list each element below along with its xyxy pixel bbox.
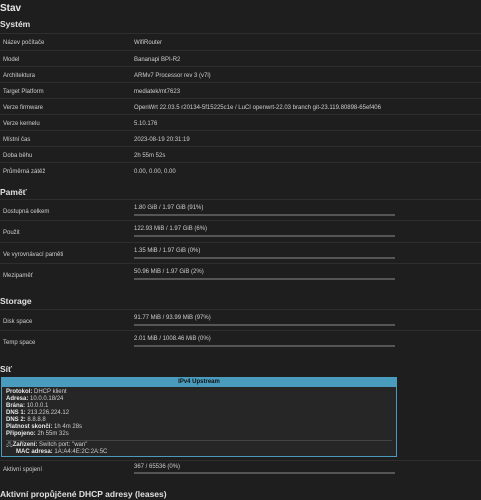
system-label: Místní čas [3, 137, 31, 143]
section-title-system: Systém [0, 19, 31, 29]
memory-value: 1.35 MiB / 1.97 GiB (0%) [134, 248, 201, 254]
wan-row: Platnost skončí: 1h 4m 28s [6, 424, 83, 430]
memory-usage-bar [134, 257, 395, 259]
storage-label: Disk space [3, 319, 33, 325]
wan-row: Protokol: DHCP klient [6, 389, 67, 395]
storage-value: 2.01 MiB / 1008.46 MiB (0%) [134, 336, 211, 342]
system-label: Název počítače [3, 40, 45, 46]
active-connections-value: 367 / 65536 (0%) [134, 464, 181, 470]
system-value: mediatek/mt7623 [134, 89, 181, 95]
memory-value: 50.96 MiB / 1.97 GiB (2%) [134, 269, 204, 275]
section-title-dhcp: Aktivní propůjčené DHCP adresy (leases) [0, 489, 167, 499]
active-connections-label: Aktivní spojení [3, 467, 43, 473]
memory-label: Použit [3, 230, 20, 236]
system-value: 2h 55m 52s [134, 153, 166, 159]
ipv4-upstream-panel: IPv4 Upstream Protokol: DHCP klient Adre… [1, 377, 397, 457]
memory-label: Mezipaměť [3, 273, 33, 279]
memory-usage-bar [134, 214, 395, 216]
system-value: OpenWrt 22.03.5 r20134-5f15225c1e / LuCI… [134, 105, 381, 111]
system-label: Průměrná zátěž [3, 169, 46, 175]
system-label: Architektura [3, 73, 36, 79]
memory-label: Dostupná celkem [3, 209, 50, 215]
section-title-storage: Storage [0, 296, 32, 306]
system-label: Verze kernelu [3, 121, 40, 127]
system-value: 5.10.176 [134, 121, 158, 127]
memory-value: 1.80 GiB / 1.97 GiB (91%) [134, 205, 204, 211]
active-connections-bar [134, 472, 395, 474]
system-label: Verze firmware [3, 105, 44, 111]
system-value: WifiRouter [134, 40, 163, 46]
wan-row: Brána: 10.0.0.1 [6, 403, 49, 409]
wan-row: DNS 2: 8.8.8.8 [6, 417, 46, 423]
storage-usage-bar [134, 324, 395, 326]
system-label: Doba běhu [3, 153, 33, 159]
system-label: Model [3, 57, 20, 63]
system-value: 0.00, 0.00, 0.00 [134, 169, 176, 175]
storage-usage-bar [134, 345, 395, 347]
memory-value: 122.93 MiB / 1.97 GiB (6%) [134, 226, 208, 232]
section-title-network: Síť [0, 364, 13, 374]
wan-row: Adresa: 10.0.0.18/24 [6, 396, 64, 402]
system-value: 2023-08-19 20:31:19 [134, 137, 190, 143]
memory-usage-bar [134, 235, 395, 237]
wan-row: DNS 1: 213.226.224.12 [6, 410, 70, 416]
system-label: Target Platform [3, 89, 44, 95]
ipv4-upstream-header: IPv4 Upstream [2, 378, 396, 387]
wan-row: Připojeno: 2h 55m 32s [6, 431, 69, 437]
page-title: Stav [0, 3, 22, 14]
system-value: ARMv7 Processor rev 3 (v7l) [134, 73, 211, 79]
network-port-icon: 🖧 [6, 442, 13, 448]
section-title-memory: Paměť [0, 187, 27, 197]
memory-usage-bar [134, 278, 395, 280]
storage-label: Temp space [3, 340, 36, 346]
memory-label: Ve vyrovnávací paměti [3, 252, 64, 258]
wan-device: 🖧Zařízení: Switch port: "wan" MAC adresa… [6, 440, 392, 456]
system-value: Bananapi BPI-R2 [134, 57, 181, 63]
storage-value: 91.77 MiB / 93.99 MiB (97%) [134, 315, 211, 321]
